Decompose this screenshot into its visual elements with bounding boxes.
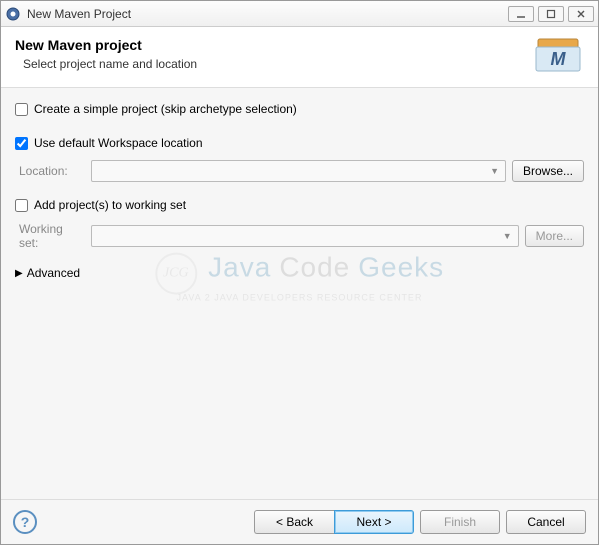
more-button[interactable]: More... [525, 225, 584, 247]
help-icon[interactable]: ? [13, 510, 37, 534]
chevron-down-icon: ▼ [499, 231, 516, 241]
banner-subtitle: Select project name and location [23, 57, 532, 71]
window-title: New Maven Project [27, 7, 508, 21]
default-workspace-checkbox[interactable]: Use default Workspace location [15, 136, 203, 150]
watermark-tagline: Java 2 Java Developers Resource Center [155, 292, 444, 302]
advanced-expander[interactable]: ▶ Advanced [15, 266, 584, 280]
finish-button[interactable]: Finish [420, 510, 500, 534]
wizard-content: Create a simple project (skip archetype … [1, 88, 598, 499]
dialog-window: New Maven Project New Maven project Sele… [0, 0, 599, 545]
simple-project-input[interactable] [15, 103, 28, 116]
window-controls [508, 6, 594, 22]
simple-project-label: Create a simple project (skip archetype … [34, 102, 297, 116]
maximize-button[interactable] [538, 6, 564, 22]
working-set-label: Working set: [19, 222, 85, 250]
titlebar: New Maven Project [1, 1, 598, 27]
location-combo[interactable]: ▼ [91, 160, 506, 182]
browse-button[interactable]: Browse... [512, 160, 584, 182]
location-label: Location: [19, 164, 85, 178]
wizard-footer: ? < Back Next > Finish Cancel [1, 499, 598, 544]
next-button[interactable]: Next > [334, 510, 414, 534]
close-button[interactable] [568, 6, 594, 22]
working-set-checkbox-label: Add project(s) to working set [34, 198, 186, 212]
working-set-combo[interactable]: ▼ [91, 225, 519, 247]
chevron-down-icon: ▼ [486, 166, 503, 176]
default-workspace-label: Use default Workspace location [34, 136, 203, 150]
app-icon [5, 6, 21, 22]
maven-wizard-icon: M [532, 37, 584, 75]
advanced-label: Advanced [27, 266, 80, 280]
triangle-right-icon: ▶ [15, 268, 23, 279]
simple-project-checkbox[interactable]: Create a simple project (skip archetype … [15, 102, 297, 116]
working-set-checkbox[interactable]: Add project(s) to working set [15, 198, 186, 212]
banner-heading: New Maven project [15, 37, 532, 53]
default-workspace-input[interactable] [15, 137, 28, 150]
minimize-button[interactable] [508, 6, 534, 22]
cancel-button[interactable]: Cancel [506, 510, 586, 534]
back-button[interactable]: < Back [254, 510, 334, 534]
working-set-input[interactable] [15, 199, 28, 212]
svg-text:M: M [551, 49, 567, 69]
wizard-banner: New Maven project Select project name an… [1, 27, 598, 88]
